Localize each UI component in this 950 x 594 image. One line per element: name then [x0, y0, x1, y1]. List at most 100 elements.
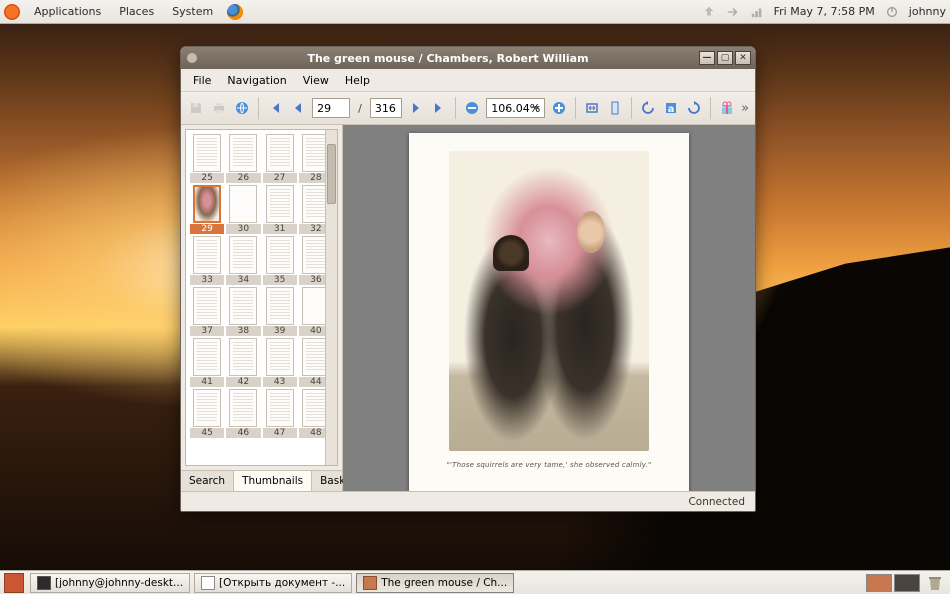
- zoom-in-button[interactable]: [550, 97, 568, 119]
- window-titlebar[interactable]: The green mouse / Chambers, Robert Willi…: [181, 47, 755, 69]
- page-total: 316: [370, 98, 402, 118]
- ubuntu-logo-icon[interactable]: [4, 4, 20, 20]
- print-button[interactable]: [210, 97, 228, 119]
- thumbnail-page-39[interactable]: 39: [263, 287, 297, 336]
- thumbnail-label: 33: [190, 275, 224, 285]
- thumbnail-label: 31: [263, 224, 297, 234]
- thumbnail-label: 42: [226, 377, 260, 387]
- maximize-button[interactable]: ▢: [717, 51, 733, 65]
- thumbnail-label: 39: [263, 326, 297, 336]
- fit-width-button[interactable]: [583, 97, 601, 119]
- tab-thumbnails[interactable]: Thumbnails: [234, 470, 312, 491]
- thumbnail-label: 37: [190, 326, 224, 336]
- page-separator: /: [358, 102, 362, 115]
- update-notifier-icon[interactable]: [702, 5, 716, 19]
- text-select-button[interactable]: a: [662, 97, 680, 119]
- task-button[interactable]: [Открыть документ -...: [194, 573, 352, 593]
- clock[interactable]: Fri May 7, 7:58 PM: [774, 5, 875, 18]
- rotate-cw-button[interactable]: [685, 97, 703, 119]
- page-illustration: [449, 151, 649, 451]
- task-label: [johnny@johnny-deskt...: [55, 577, 183, 589]
- workspace-1[interactable]: [866, 574, 892, 592]
- prev-page-button[interactable]: [289, 97, 307, 119]
- thumbnail-page-47[interactable]: 47: [263, 389, 297, 438]
- zoom-out-button[interactable]: [463, 97, 481, 119]
- fit-page-button[interactable]: [606, 97, 624, 119]
- task-button[interactable]: The green mouse / Ch...: [356, 573, 514, 593]
- navigation-menu[interactable]: Navigation: [221, 72, 292, 89]
- page-viewer[interactable]: "'Those squirrels are very tame,' she ob…: [343, 125, 755, 491]
- toolbar-overflow-icon[interactable]: »: [741, 101, 749, 116]
- terminal-icon: [37, 576, 51, 590]
- toolbar: / 316 106.04% a »: [181, 91, 755, 125]
- trash-icon[interactable]: [926, 574, 944, 592]
- thumbnail-page-45[interactable]: 45: [190, 389, 224, 438]
- tab-search[interactable]: Search: [181, 471, 234, 491]
- thumbnail-page-38[interactable]: 38: [226, 287, 260, 336]
- firefox-launcher-icon[interactable]: [227, 4, 243, 20]
- export-button[interactable]: [233, 97, 251, 119]
- thumbnail-page-30[interactable]: 30: [226, 185, 260, 234]
- sidebar: 2526272829303132333435363738394041424344…: [181, 125, 343, 491]
- workspace-2[interactable]: [894, 574, 920, 592]
- thumbnail-page-42[interactable]: 42: [226, 338, 260, 387]
- network-icon[interactable]: [750, 5, 764, 19]
- thumbnail-page-26[interactable]: 26: [226, 134, 260, 183]
- task-label: The green mouse / Ch...: [381, 577, 507, 589]
- rotate-ccw-button[interactable]: [639, 97, 657, 119]
- next-page-button[interactable]: [407, 97, 425, 119]
- thumbnail-page-25[interactable]: 25: [190, 134, 224, 183]
- thumbnail-label: 41: [190, 377, 224, 387]
- thumbnail-page-34[interactable]: 34: [226, 236, 260, 285]
- document-icon: [201, 576, 215, 590]
- viewer-icon: [363, 576, 377, 590]
- thumbnail-label: 29: [190, 224, 224, 234]
- last-page-button[interactable]: [430, 97, 448, 119]
- thumbnail-label: 34: [226, 275, 260, 285]
- zoom-select[interactable]: 106.04%: [486, 98, 545, 118]
- show-desktop-button[interactable]: [4, 573, 24, 593]
- power-icon[interactable]: [885, 5, 899, 19]
- thumbnail-page-27[interactable]: 27: [263, 134, 297, 183]
- sidebar-tabs: Search Thumbnails Basket ◂▸: [181, 470, 342, 491]
- help-menu[interactable]: Help: [339, 72, 376, 89]
- svg-text:a: a: [668, 104, 675, 115]
- task-label: [Открыть документ -...: [219, 577, 345, 589]
- thumbnail-label: 35: [263, 275, 297, 285]
- thumbnail-label: 25: [190, 173, 224, 183]
- gnome-bottom-panel: [johnny@johnny-deskt... [Открыть документ…: [0, 570, 950, 594]
- thumbnail-label: 30: [226, 224, 260, 234]
- gift-button[interactable]: [718, 97, 736, 119]
- task-button[interactable]: [johnny@johnny-deskt...: [30, 573, 190, 593]
- user-menu[interactable]: johnny: [909, 5, 946, 18]
- thumbnail-label: 43: [263, 377, 297, 387]
- sidebar-scrollbar[interactable]: [325, 130, 337, 465]
- thumbnail-pane[interactable]: 2526272829303132333435363738394041424344…: [185, 129, 338, 466]
- thumbnail-page-31[interactable]: 31: [263, 185, 297, 234]
- system-menu[interactable]: System: [164, 2, 221, 21]
- page-canvas: "'Those squirrels are very tame,' she ob…: [409, 133, 689, 491]
- keyboard-layout-icon[interactable]: [726, 5, 740, 19]
- file-menu[interactable]: File: [187, 72, 217, 89]
- close-button[interactable]: ✕: [735, 51, 751, 65]
- applications-menu[interactable]: Applications: [26, 2, 109, 21]
- thumbnail-page-43[interactable]: 43: [263, 338, 297, 387]
- places-menu[interactable]: Places: [111, 2, 162, 21]
- thumbnail-page-37[interactable]: 37: [190, 287, 224, 336]
- thumbnail-page-41[interactable]: 41: [190, 338, 224, 387]
- thumbnail-label: 38: [226, 326, 260, 336]
- thumbnail-page-29[interactable]: 29: [190, 185, 224, 234]
- thumbnail-page-46[interactable]: 46: [226, 389, 260, 438]
- thumbnail-page-35[interactable]: 35: [263, 236, 297, 285]
- thumbnail-label: 27: [263, 173, 297, 183]
- save-button[interactable]: [187, 97, 205, 119]
- page-number-input[interactable]: [312, 98, 350, 118]
- statusbar: Connected: [181, 491, 755, 511]
- minimize-button[interactable]: —: [699, 51, 715, 65]
- app-icon: [185, 51, 199, 65]
- view-menu[interactable]: View: [297, 72, 335, 89]
- workspace-switcher[interactable]: [864, 574, 920, 592]
- gnome-top-panel: Applications Places System Fri May 7, 7:…: [0, 0, 950, 24]
- thumbnail-page-33[interactable]: 33: [190, 236, 224, 285]
- first-page-button[interactable]: [266, 97, 284, 119]
